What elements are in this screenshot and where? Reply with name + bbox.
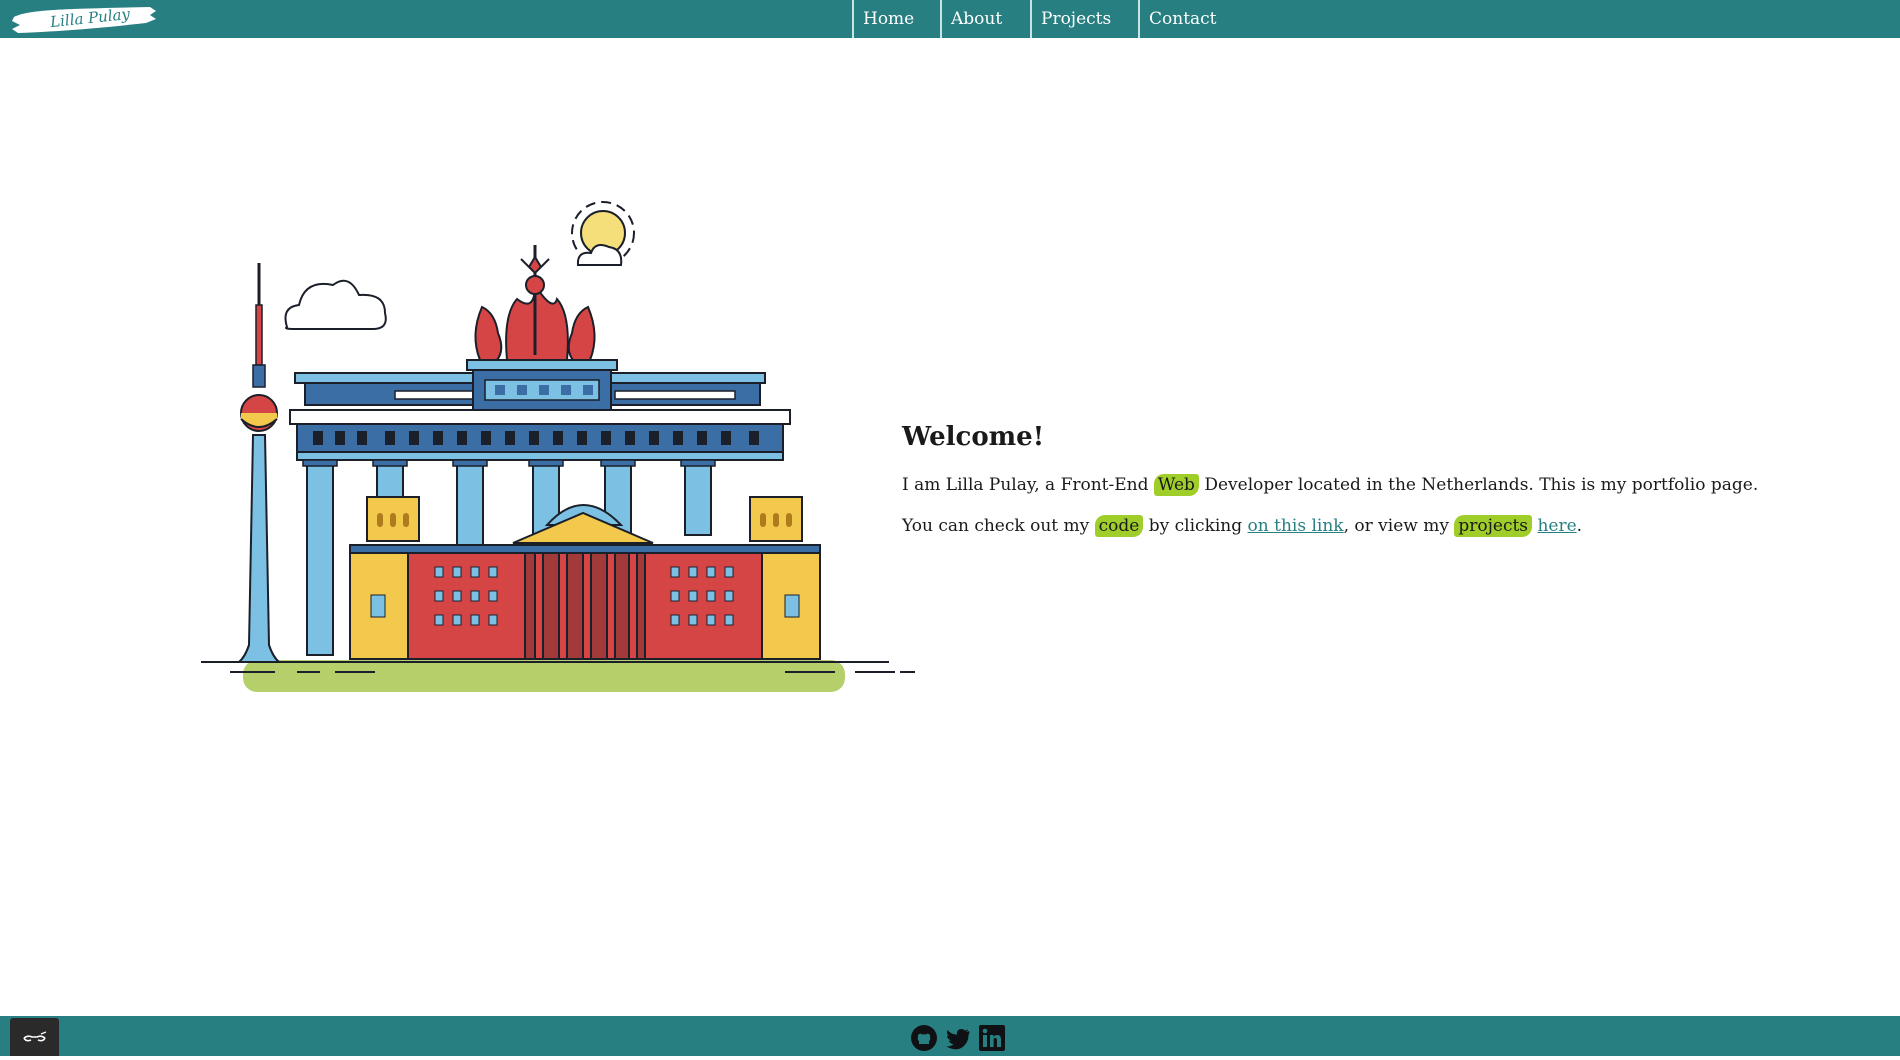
logo[interactable]: Lilla Pulay [10, 3, 158, 35]
links-paragraph: You can check out my code by clicking on… [902, 513, 1752, 539]
theme-toggle-button[interactable] [10, 1018, 59, 1056]
links-text-3: , or view my [1343, 516, 1455, 536]
links-text-5: . [1576, 516, 1583, 536]
highlight-web: Web [1153, 474, 1199, 496]
footer [0, 1016, 1900, 1056]
berlin-illustration [195, 195, 920, 705]
page-title: Welcome! [902, 422, 1045, 452]
social-links [910, 1024, 1006, 1052]
projects-link[interactable]: here [1537, 516, 1576, 536]
nav-projects[interactable]: Projects [1030, 0, 1138, 38]
tv-tower [236, 434, 282, 663]
nav-about-label: About [951, 9, 1003, 29]
nav-contact-label: Contact [1149, 9, 1217, 29]
nav-about[interactable]: About [940, 0, 1030, 38]
github-icon[interactable] [910, 1024, 938, 1052]
glasses-icon [23, 1031, 47, 1042]
intro-text-end: Developer located in the Netherlands. Th… [1198, 475, 1759, 495]
intro-text-start: I am Lilla Pulay, a Front-End [902, 475, 1154, 495]
highlight-projects: projects [1454, 515, 1533, 537]
nav-projects-label: Projects [1041, 9, 1112, 29]
welcome-section: Welcome! I am Lilla Pulay, a Front-End W… [902, 420, 1758, 554]
nav-contact[interactable]: Contact [1138, 0, 1228, 38]
links-text-1: You can check out my [902, 516, 1095, 536]
intro-paragraph: I am Lilla Pulay, a Front-End Web Develo… [902, 472, 1758, 498]
linkedin-icon[interactable] [978, 1024, 1006, 1052]
ground-patch [243, 660, 845, 692]
nav-home-label: Home [863, 9, 915, 29]
links-text-2: by clicking [1143, 516, 1248, 536]
highlight-code: code [1094, 515, 1144, 537]
berlin-landmarks-image [201, 201, 920, 692]
main-nav: Home About Projects Contact [852, 0, 1228, 38]
code-link[interactable]: on this link [1248, 516, 1344, 536]
nav-home[interactable]: Home [852, 0, 940, 38]
cloud [284, 279, 387, 330]
top-navbar: Lilla Pulay Home About Projects Contact [0, 0, 1900, 38]
twitter-icon[interactable] [944, 1024, 972, 1052]
